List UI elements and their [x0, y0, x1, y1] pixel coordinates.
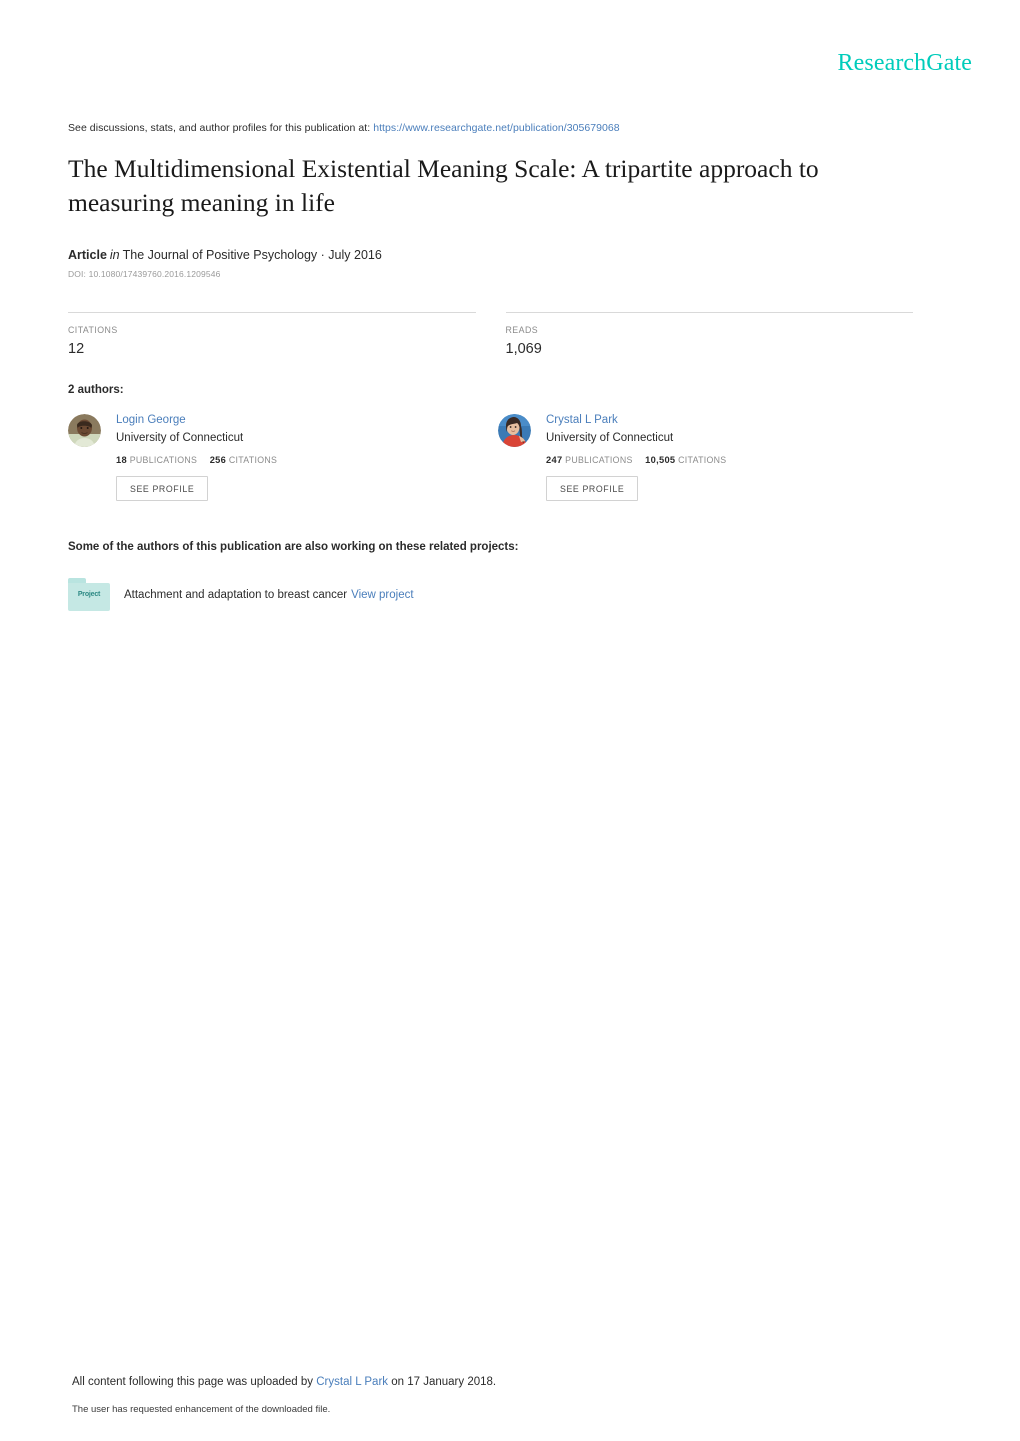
author-name-link[interactable]: Login George	[116, 412, 277, 428]
authors-list: Login George University of Connecticut 1…	[68, 411, 928, 501]
avatar[interactable]	[68, 414, 101, 447]
article-in-label: in	[109, 248, 120, 262]
stat-divider	[68, 312, 476, 313]
discussion-line: See discussions, stats, and author profi…	[68, 122, 620, 134]
projects-heading: Some of the authors of this publication …	[68, 541, 519, 553]
author-publications-count: 18	[116, 455, 127, 465]
author-card: Login George University of Connecticut 1…	[68, 411, 498, 501]
author-affiliation: University of Connecticut	[546, 432, 674, 444]
author-publications-count: 247	[546, 455, 563, 465]
footer-upload-line: All content following this page was uplo…	[72, 1376, 496, 1388]
doi-label: DOI: 10.1080/17439760.2016.1209546	[68, 269, 221, 279]
see-profile-button[interactable]: SEE PROFILE	[546, 476, 639, 501]
stat-label: READS	[505, 325, 539, 335]
author-publications-label: PUBLICATIONS	[129, 455, 198, 465]
stat-label: CITATIONS	[68, 325, 118, 335]
page-title: The Multidimensional Existential Meaning…	[68, 154, 819, 217]
author-card: Crystal L Park University of Connecticut…	[498, 411, 928, 501]
stats-row: CITATIONS 12 READS 1,069	[68, 312, 913, 357]
stat-citations: CITATIONS 12	[68, 312, 476, 357]
article-type-label: Article	[68, 248, 107, 262]
author-publications-label: PUBLICATIONS	[565, 455, 633, 465]
stat-value: 12	[68, 341, 85, 357]
article-venue-label: The Journal of Positive Psychology · Jul…	[122, 248, 382, 262]
author-citations-count: 10,505	[645, 455, 676, 465]
author-info: Crystal L Park University of Connecticut…	[546, 411, 726, 501]
researchgate-logo: ResearchGate	[837, 50, 972, 76]
authors-heading: 2 authors:	[68, 384, 124, 396]
footer-note: The user has requested enhancement of th…	[72, 1404, 331, 1415]
stat-reads: READS 1,069	[505, 312, 913, 357]
author-citations-label: CITATIONS	[228, 455, 278, 465]
author-name-link[interactable]: Crystal L Park	[546, 412, 726, 428]
author-citations-count: 256	[209, 455, 227, 465]
project-folder-icon: Project	[68, 578, 110, 611]
project-folder-label: Project	[77, 591, 101, 598]
author-info: Login George University of Connecticut 1…	[116, 411, 277, 501]
footer-uploader-link[interactable]: Crystal L Park	[316, 1376, 388, 1388]
publication-cover-page: ResearchGate See discussions, stats, and…	[0, 0, 1020, 1441]
author-affiliation: University of Connecticut	[116, 432, 244, 444]
project-title: Attachment and adaptation to breast canc…	[124, 588, 348, 601]
stat-value: 1,069	[505, 341, 542, 357]
project-text: Attachment and adaptation to breast canc…	[124, 589, 414, 601]
stat-divider	[505, 312, 913, 313]
author-citations-label: CITATIONS	[678, 455, 727, 465]
footer-upload-prefix: All content following this page was uplo…	[72, 1376, 314, 1388]
discussion-prefix-text: See discussions, stats, and author profi…	[68, 122, 371, 134]
view-project-link[interactable]: View project	[351, 589, 413, 601]
publication-url-link[interactable]: https://www.researchgate.net/publication…	[373, 122, 620, 134]
see-profile-button[interactable]: SEE PROFILE	[116, 476, 209, 501]
avatar[interactable]	[498, 414, 531, 447]
author-stats: 247 PUBLICATIONS 10,505 CITATIONS	[546, 455, 726, 465]
project-list-item: Project Attachment and adaptation to bre…	[68, 578, 414, 611]
article-meta-line: Article in The Journal of Positive Psychol…	[68, 248, 382, 262]
footer-upload-suffix: on 17 January 2018.	[391, 1376, 497, 1388]
author-stats: 18 PUBLICATIONS 256 CITATIONS	[116, 455, 277, 465]
